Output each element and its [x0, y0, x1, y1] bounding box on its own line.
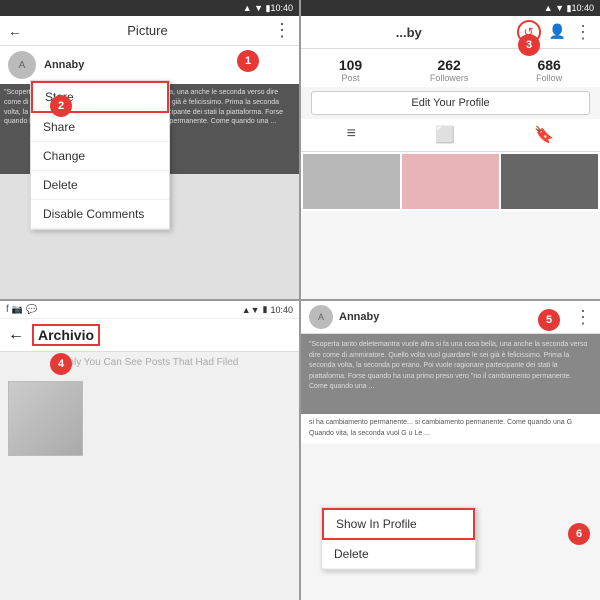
stat-following-label: Follow [536, 73, 562, 83]
top-bar-q2: ...by ↺ ⋮ [301, 16, 600, 49]
post-text2-q4: si ha cambiamento permanente... si cambi… [301, 414, 600, 443]
quadrant-4: A Annaby ⋮ "Scoperta tanto deletemantra … [301, 301, 600, 600]
top-bar-q3: ← Archivio [0, 319, 299, 352]
stat-posts-label: Post [339, 73, 362, 83]
status-icons-q2: ▲ ▼ ▮ [544, 3, 572, 14]
whatsapp-icon: 💬 [26, 304, 37, 315]
stat-posts-num: 109 [339, 57, 362, 73]
photo-thumb-1[interactable] [303, 154, 400, 209]
page-title-q1: Picture [127, 23, 167, 38]
quadrant-2: ▲ ▼ ▮ 10:40 ...by ↺ ⋮ 109 Post 262 Follo… [301, 0, 600, 299]
time-q1: 10:40 [270, 3, 293, 13]
badge-1: 1 [237, 50, 259, 72]
tabs-row: ≡ ⬜ 🔖 [301, 119, 600, 152]
archive-title: Archivio [32, 324, 100, 346]
tab-bookmark-icon[interactable]: 🔖 [534, 125, 554, 145]
post-background-q4: "Scoperta tanto deletemantra vuole altra… [301, 334, 600, 414]
menu-item-share[interactable]: Share [31, 113, 169, 142]
facebook-icon: f [6, 304, 9, 315]
quadrant-1: ▲ ▼ ▮ 10:40 ← Picture ⋮ A Annaby "Scoper… [0, 0, 299, 299]
person-icon-q2[interactable] [549, 23, 566, 41]
status-right-q3: ▲▼ ▮ 10:40 [242, 304, 293, 315]
menu-item-delete-q1[interactable]: Delete [31, 171, 169, 200]
menu-item-show-in-profile[interactable]: Show In Profile [322, 508, 475, 540]
menu-item-delete-q4[interactable]: Delete [322, 540, 475, 569]
tab-person-icon[interactable]: ⬜ [435, 125, 455, 145]
status-bar-q1: ▲ ▼ ▮ 10:40 [0, 0, 299, 16]
battery-q3: ▮ [263, 304, 268, 315]
stat-following: 686 Follow [536, 57, 562, 83]
archive-thumbnail [8, 381, 83, 456]
badge-3: 3 [518, 34, 540, 56]
stat-following-num: 686 [536, 57, 562, 73]
time-q2: 10:40 [571, 3, 594, 13]
archive-subtitle: Only You Can See Posts That Had Filed [0, 352, 299, 373]
edit-profile-button[interactable]: Edit Your Profile [311, 91, 590, 115]
dropdown-menu-q4: Show In Profile Delete [321, 507, 476, 570]
social-icons: f 📷 💬 [6, 304, 37, 315]
stat-followers-num: 262 [430, 57, 469, 73]
stats-row: 109 Post 262 Followers 686 Follow [301, 49, 600, 87]
badge-5: 5 [538, 309, 560, 331]
status-icons-q1: ▲ ▼ ▮ [243, 3, 271, 14]
signal-q3: ▲▼ [242, 305, 260, 315]
quadrant-3: f 📷 💬 ▲▼ ▮ 10:40 ← Archivio Only You Can… [0, 301, 299, 600]
more-options-q4[interactable]: ⋮ [574, 307, 592, 328]
back-button-q3[interactable]: ← [8, 326, 24, 344]
status-bar-q2: ▲ ▼ ▮ 10:40 [301, 0, 600, 16]
time-q3: 10:40 [270, 305, 293, 315]
page-title-q2: ...by [309, 25, 509, 40]
tab-grid-icon[interactable]: ≡ [347, 125, 356, 145]
avatar-q1: A [8, 51, 36, 79]
more-options-q2[interactable]: ⋮ [574, 22, 592, 43]
badge-4: 4 [50, 353, 72, 375]
menu-item-disable-comments[interactable]: Disable Comments [31, 200, 169, 229]
badge-6: 6 [568, 523, 590, 545]
badge-2: 2 [50, 95, 72, 117]
status-bar-q3: f 📷 💬 ▲▼ ▮ 10:40 [0, 301, 299, 319]
photo-thumb-2[interactable] [402, 154, 499, 209]
stat-posts: 109 Post [339, 57, 362, 83]
photo-thumb-3[interactable] [501, 154, 598, 209]
avatar-q4: A [309, 305, 333, 329]
more-options-q1[interactable]: ⋮ [273, 20, 291, 41]
back-button-q1[interactable]: ← [8, 23, 22, 39]
stat-followers: 262 Followers [430, 57, 469, 83]
photo-grid [301, 152, 600, 211]
stat-followers-label: Followers [430, 73, 469, 83]
top-bar-q1: ← Picture ⋮ [0, 16, 299, 46]
instagram-icon: 📷 [12, 304, 23, 315]
post-text-q4: "Scoperta tanto deletemantra vuole altra… [301, 334, 600, 399]
menu-item-change[interactable]: Change [31, 142, 169, 171]
